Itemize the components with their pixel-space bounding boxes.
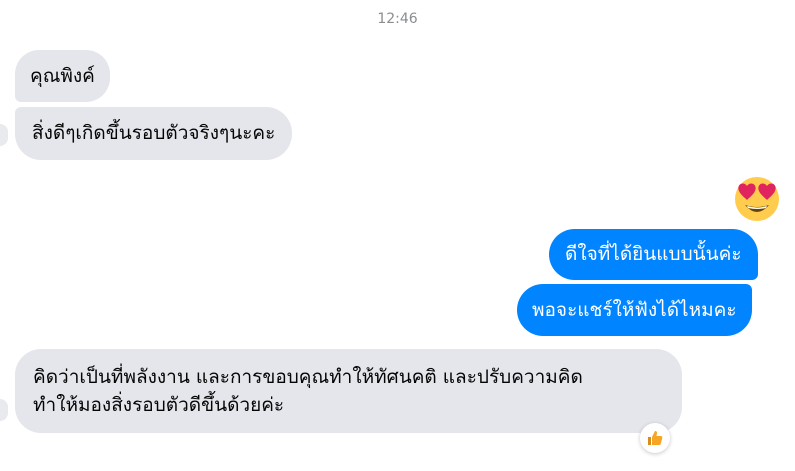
incoming-message-bubble[interactable]: คิดว่าเป็นที่พลังงาน และการขอบคุณทำให้ทั… bbox=[15, 349, 682, 433]
reaction-badge[interactable] bbox=[640, 423, 670, 453]
heart-eyes-emoji-icon[interactable] bbox=[733, 175, 781, 223]
thumbs-up-icon bbox=[648, 431, 663, 445]
incoming-message-bubble[interactable]: สิ่งดีๆเกิดขึ้นรอบตัวจริงๆนะคะ bbox=[15, 107, 293, 160]
message-text: คุณพิงค์ bbox=[30, 65, 95, 87]
message-text: ดีใจที่ได้ยินแบบนั้นค่ะ bbox=[565, 243, 742, 265]
sender-avatar[interactable] bbox=[0, 124, 8, 146]
chat-thread: 12:46 คุณพิงค์ สิ่งดีๆเกิดขึ้นรอบตัวจริง… bbox=[0, 0, 795, 471]
outgoing-message-bubble[interactable]: ดีใจที่ได้ยินแบบนั้นค่ะ bbox=[549, 229, 758, 280]
incoming-message-bubble[interactable]: คุณพิงค์ bbox=[15, 50, 110, 102]
message-text: สิ่งดีๆเกิดขึ้นรอบตัวจริงๆนะคะ bbox=[32, 122, 276, 144]
outgoing-message-bubble[interactable]: พอจะแชร์ให้ฟังได้ไหมคะ bbox=[517, 284, 752, 336]
message-timestamp: 12:46 bbox=[377, 11, 418, 27]
sender-avatar[interactable] bbox=[0, 399, 8, 421]
message-text-line: คิดว่าเป็นที่พลังงาน และการขอบคุณทำให้ทั… bbox=[33, 366, 583, 388]
message-text: พอจะแชร์ให้ฟังได้ไหมคะ bbox=[532, 299, 737, 321]
message-text-line: ทำให้มองสิ่งรอบตัวดีขึ้นด้วยค่ะ bbox=[33, 394, 285, 416]
